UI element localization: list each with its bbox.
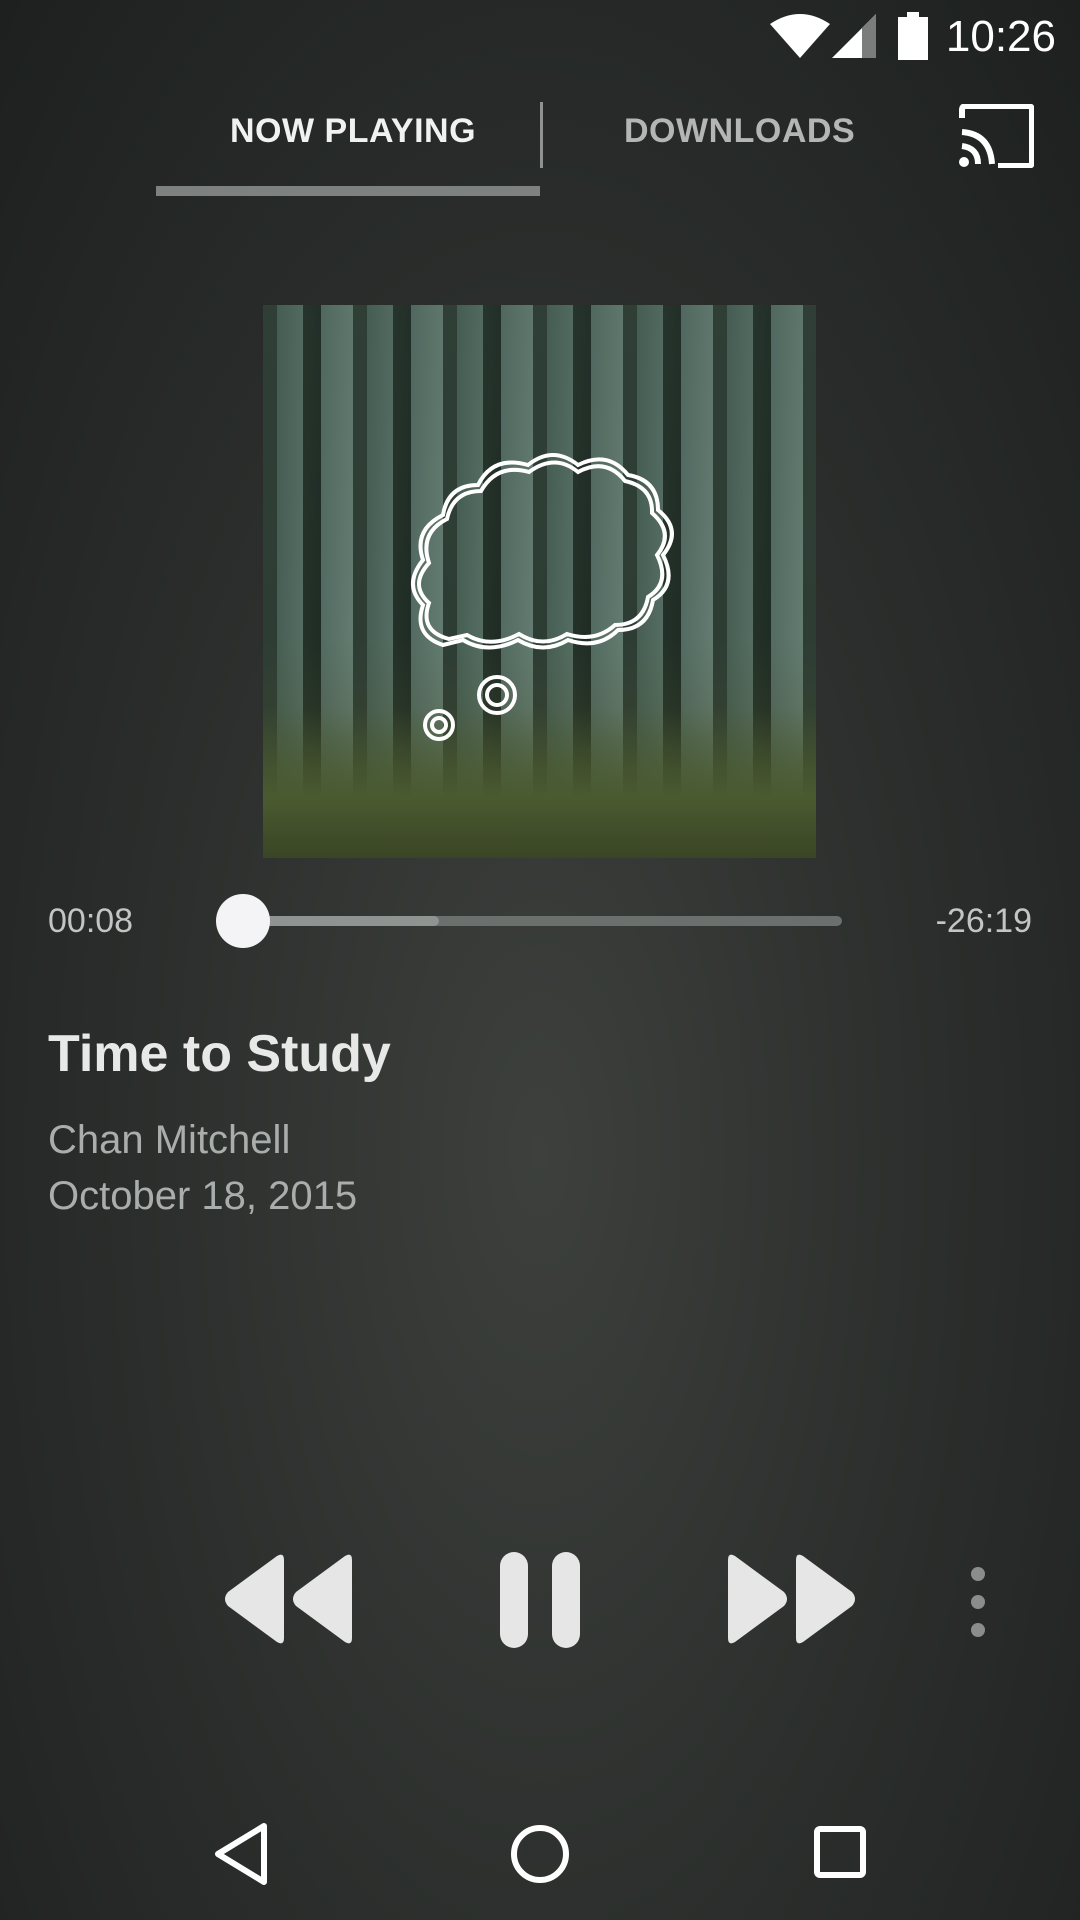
episode-title: Time to Study [48,1025,391,1083]
fast-forward-icon[interactable] [726,1552,858,1646]
tab-now-playing[interactable]: NOW PLAYING [230,112,476,151]
seek-bar[interactable] [216,894,842,948]
episode-artwork [263,305,816,858]
tab-bar: NOW PLAYING DOWNLOADS [0,90,1080,200]
elapsed-time: 00:08 [48,902,134,940]
seek-thumb[interactable] [216,894,270,948]
episode-author: Chan Mitchell [48,1118,291,1162]
system-nav-bar [0,1790,1080,1920]
thought-bubble-icon [411,453,674,741]
tab-selected-indicator [156,186,540,196]
tab-divider [540,102,543,168]
cast-icon[interactable] [958,104,1034,168]
episode-date: October 18, 2015 [48,1174,358,1218]
home-icon[interactable] [510,1824,570,1884]
tab-downloads[interactable]: DOWNLOADS [624,112,855,151]
recents-icon[interactable] [814,1826,866,1878]
back-icon[interactable] [212,1822,270,1886]
wifi-icon [770,14,830,58]
rewind-icon[interactable] [222,1552,354,1646]
status-bar: 10:26 [0,0,1080,80]
status-time: 10:26 [945,12,1056,61]
battery-icon [898,12,928,60]
remaining-time: -26:19 [935,902,1032,940]
more-vert-icon[interactable] [964,1566,992,1638]
cell-signal-icon [832,14,876,58]
pause-icon[interactable] [496,1550,584,1650]
